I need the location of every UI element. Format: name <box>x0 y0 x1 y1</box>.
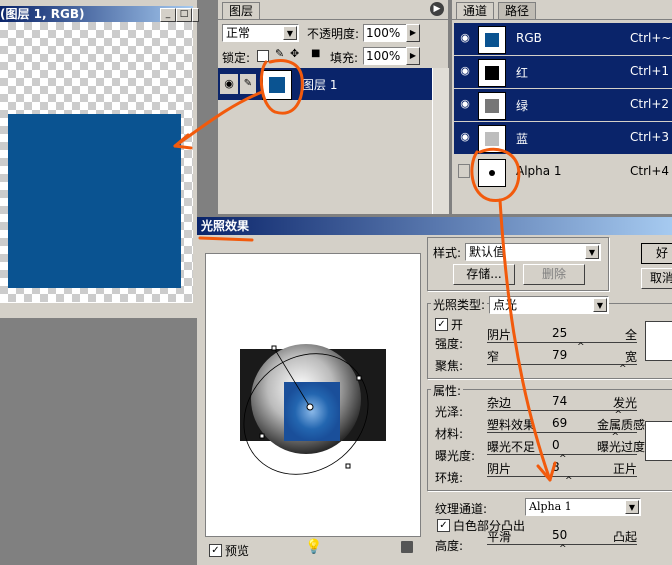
annotation-arrow-to-texture <box>498 198 552 482</box>
annotation-arrow-to-canvas <box>173 90 264 148</box>
annotation-circle-layer-thumb <box>259 59 304 115</box>
annotation-underline-title <box>198 236 254 242</box>
annotation-layer <box>173 59 557 482</box>
annotation-circle-alpha <box>470 147 521 202</box>
